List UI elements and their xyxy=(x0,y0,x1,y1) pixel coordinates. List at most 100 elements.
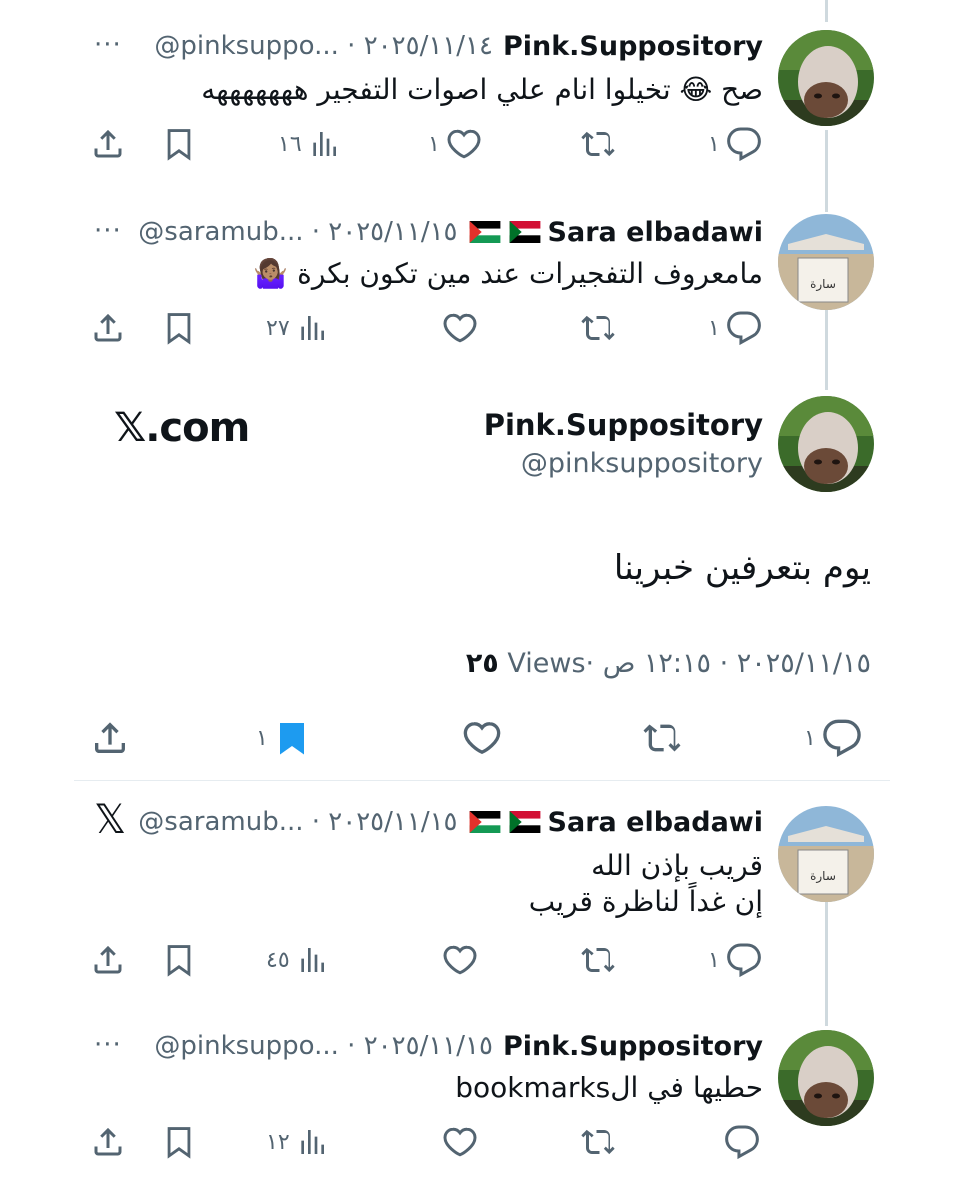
views-count: ١٢ xyxy=(266,1129,290,1155)
reply-button[interactable]: ١ xyxy=(798,718,862,758)
author-handle[interactable]: @pinksuppository xyxy=(521,448,763,479)
action-bar: ٤٥ ١ xyxy=(90,940,770,980)
likes-count: ١ xyxy=(428,131,440,157)
reply-button[interactable]: ١ xyxy=(702,940,762,980)
avatar[interactable] xyxy=(778,806,874,902)
heart-icon xyxy=(442,942,478,978)
tweet-meta: ٢٥ Views٢٠٢٥/١١/١٥ · ١٢:١٥ ص · xyxy=(466,648,871,679)
share-button[interactable] xyxy=(90,308,126,348)
retweet-button[interactable] xyxy=(580,1122,616,1162)
author-name[interactable]: Pink.Suppository xyxy=(503,1031,763,1062)
heart-icon xyxy=(442,310,478,346)
views-button[interactable]: ٤٥ xyxy=(260,940,328,980)
retweet-button[interactable] xyxy=(580,940,616,980)
retweet-button[interactable] xyxy=(580,124,616,164)
retweet-icon xyxy=(580,942,616,978)
replies-count: ١ xyxy=(708,315,720,341)
bookmark-button[interactable] xyxy=(162,124,196,164)
like-button[interactable] xyxy=(442,940,478,980)
retweet-button[interactable] xyxy=(642,718,682,758)
thread-line xyxy=(825,900,828,1026)
views-button[interactable]: ١٢ xyxy=(260,1122,328,1162)
author-name[interactable]: Sara elbadawi xyxy=(548,217,763,248)
tweet-header: Pink.Suppository @pinksuppo... · ٢٠٢٥/١١… xyxy=(154,1026,763,1066)
more-icon[interactable]: ··· xyxy=(94,1032,122,1058)
bookmark-icon xyxy=(162,127,196,161)
reply-button[interactable]: ١ xyxy=(702,308,762,348)
reply-button[interactable]: ١ xyxy=(702,124,762,164)
views-label[interactable]: Views xyxy=(499,648,585,679)
views-count: ٢٥ xyxy=(465,648,499,679)
bookmark-icon xyxy=(162,311,196,345)
share-button[interactable] xyxy=(90,124,126,164)
author-name[interactable]: Sara elbadawi xyxy=(548,807,763,838)
avatar[interactable] xyxy=(778,396,874,492)
like-button[interactable] xyxy=(462,718,502,758)
tweet-text: حطيها في الbookmarks xyxy=(455,1071,763,1104)
author-name[interactable]: Pink.Suppository xyxy=(484,408,763,442)
bookmark-button[interactable] xyxy=(162,1122,196,1162)
tweet-header: Sara elbadawi @saramub... · ٢٠٢٥/١١/١٥ xyxy=(138,802,763,842)
views-icon xyxy=(296,312,328,344)
views-button[interactable]: ٢٧ xyxy=(260,308,328,348)
views-icon xyxy=(296,1126,328,1158)
bookmark-icon xyxy=(162,943,196,977)
tweet-header: Pink.Suppository @pinksuppo... · ٢٠٢٥/١١… xyxy=(154,26,763,66)
retweet-icon xyxy=(642,718,682,758)
sudan-flag-icon xyxy=(468,811,502,833)
tweet-text: مامعروف التفجيرات عند مين تكون بكرة 🤷🏽‍♀… xyxy=(253,257,763,290)
bookmark-button[interactable] xyxy=(162,940,196,980)
thread-line xyxy=(825,130,828,212)
reply-button[interactable] xyxy=(724,1122,760,1162)
retweet-button[interactable] xyxy=(580,308,616,348)
retweet-icon xyxy=(580,126,616,162)
author-name[interactable]: Pink.Suppository xyxy=(503,31,763,62)
author-handle-date[interactable]: @pinksuppo... · ٢٠٢٥/١١/١٥ xyxy=(154,1031,493,1061)
reply-icon xyxy=(822,718,862,758)
author-handle-date[interactable]: @pinksuppo... · ٢٠٢٥/١١/١٤ xyxy=(154,31,493,61)
more-icon[interactable]: ··· xyxy=(94,218,122,244)
avatar[interactable] xyxy=(778,1030,874,1126)
reply-icon xyxy=(726,310,762,346)
views-button[interactable]: ١٦ xyxy=(272,124,340,164)
heart-icon xyxy=(442,1124,478,1160)
tweet-date[interactable]: ٢٠٢٥/١١/١٥ · ١٢:١٥ ص · xyxy=(586,648,871,679)
retweet-icon xyxy=(580,310,616,346)
like-button[interactable] xyxy=(442,308,478,348)
share-button[interactable] xyxy=(90,718,130,758)
author-handle-date[interactable]: @saramub... · ٢٠٢٥/١١/١٥ xyxy=(138,217,457,247)
avatar[interactable] xyxy=(778,214,874,310)
action-bar: ١٦ ١ ١ xyxy=(90,124,770,164)
bookmark-icon xyxy=(162,1125,196,1159)
palestine-flag-icon xyxy=(508,811,542,833)
action-bar: ٢٧ ١ xyxy=(90,308,770,348)
share-button[interactable] xyxy=(90,940,126,980)
share-icon xyxy=(90,942,126,978)
views-count: ١٦ xyxy=(278,131,302,157)
sudan-flag-icon xyxy=(468,221,502,243)
tweet-header: Sara elbadawi @saramub... · ٢٠٢٥/١١/١٥ xyxy=(138,212,763,252)
retweet-icon xyxy=(580,1124,616,1160)
like-button[interactable] xyxy=(442,1122,478,1162)
thread-line xyxy=(825,310,828,390)
like-button[interactable]: ١ xyxy=(422,124,482,164)
share-button[interactable] xyxy=(90,1122,126,1162)
replies-count: ١ xyxy=(804,725,816,751)
x-com-watermark: 𝕏.com xyxy=(114,405,250,451)
bookmark-button[interactable]: ١ xyxy=(250,718,310,758)
avatar[interactable] xyxy=(778,30,874,126)
tweet-text-line: قريب بإذن الله xyxy=(591,849,763,882)
reply-icon xyxy=(726,942,762,978)
tweet-text: صح 😂 تخيلوا انام علي اصوات التفجير ههههه… xyxy=(201,73,763,106)
author-handle-date[interactable]: @saramub... · ٢٠٢٥/١١/١٥ xyxy=(138,807,457,837)
share-icon xyxy=(90,126,126,162)
divider xyxy=(74,780,890,781)
more-icon[interactable]: ··· xyxy=(94,32,122,58)
tweet-text-line: إن غداً لناظرة قريب xyxy=(528,885,763,918)
tweet-text: يوم بتعرفين خبرينا xyxy=(613,548,871,588)
share-icon xyxy=(90,1124,126,1160)
thread-line xyxy=(825,0,828,22)
bookmark-button[interactable] xyxy=(162,308,196,348)
action-bar: ١٢ xyxy=(90,1122,770,1162)
heart-icon xyxy=(462,718,502,758)
